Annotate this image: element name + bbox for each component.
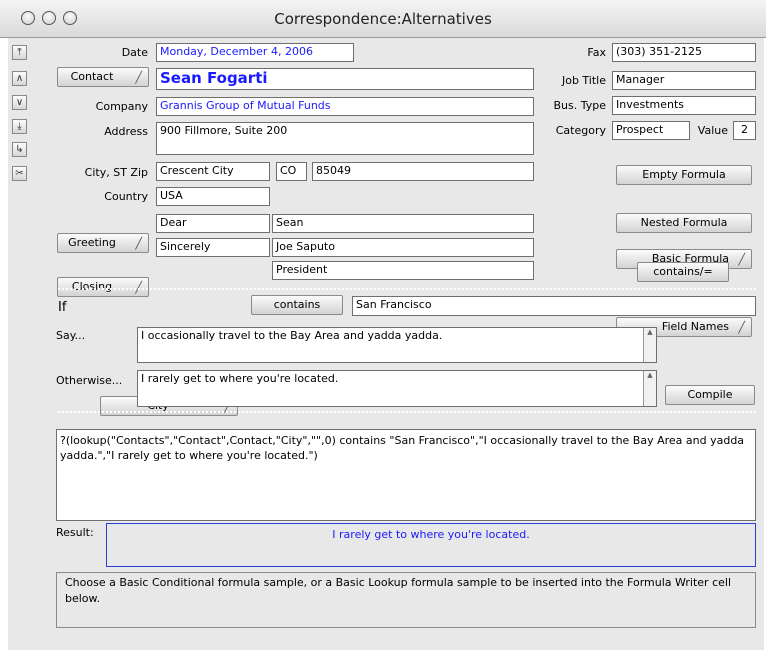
first-record-icon[interactable]: ⤒: [12, 45, 27, 60]
operator-button[interactable]: contains: [251, 295, 343, 315]
compare-value-field[interactable]: San Francisco: [352, 296, 756, 316]
closing-button-label: Closing: [71, 280, 113, 293]
greeting-field[interactable]: Dear: [156, 214, 270, 233]
otherwise-text: I rarely get to where you're located.: [141, 372, 339, 385]
result-label: Result:: [56, 526, 94, 539]
say-text: I occasionally travel to the Bay Area an…: [141, 329, 443, 342]
result-field: I rarely get to where you're located.: [106, 523, 756, 567]
previous-record-icon[interactable]: ∧: [12, 71, 27, 86]
scroll-up-arrow-icon[interactable]: ▲: [644, 371, 656, 379]
compile-button[interactable]: Compile: [665, 385, 755, 405]
closing-title-field[interactable]: President: [272, 261, 534, 280]
country-field[interactable]: USA: [156, 187, 270, 206]
go-to-icon[interactable]: ↳: [12, 142, 27, 157]
scroll-up-arrow-icon[interactable]: ▲: [644, 328, 656, 336]
job-title-field[interactable]: Manager: [612, 71, 756, 90]
address-field[interactable]: 900 Fillmore, Suite 200: [156, 122, 534, 155]
company-field[interactable]: Grannis Group of Mutual Funds: [156, 97, 534, 116]
zip-field[interactable]: 85049: [312, 162, 534, 181]
greeting-button-label: Greeting: [68, 236, 116, 249]
formula-writer-field[interactable]: ?(lookup("Contacts","Contact",Contact,"C…: [56, 429, 756, 521]
country-label: Country: [104, 190, 148, 203]
say-scrollbar[interactable]: ▲: [643, 328, 656, 362]
greeting-name-field[interactable]: Sean: [272, 214, 534, 233]
city-field[interactable]: Crescent City: [156, 162, 270, 181]
value-field[interactable]: 2: [733, 121, 756, 140]
help-text: Choose a Basic Conditional formula sampl…: [56, 572, 756, 628]
say-field[interactable]: I occasionally travel to the Bay Area an…: [137, 327, 657, 363]
greeting-popup-button[interactable]: Greeting ╱: [57, 233, 149, 253]
contact-popup-button[interactable]: Contact ╱: [57, 67, 149, 87]
chevron-down-icon: ╱: [738, 321, 745, 334]
closing-field[interactable]: Sincerely: [156, 238, 270, 257]
contact-button-label: Contact: [70, 70, 114, 83]
state-field[interactable]: CO: [276, 162, 307, 181]
chevron-down-icon: ╱: [738, 253, 745, 266]
last-record-icon[interactable]: ⤓: [12, 119, 27, 134]
contact-field[interactable]: Sean Fogarti: [156, 68, 534, 90]
closing-popup-button[interactable]: Closing ╱: [57, 277, 149, 297]
chevron-down-icon: ╱: [135, 71, 142, 84]
chevron-down-icon: ╱: [135, 237, 142, 250]
nested-formula-button[interactable]: Nested Formula: [616, 213, 752, 233]
category-field[interactable]: Prospect: [612, 121, 690, 140]
company-label: Company: [95, 100, 148, 113]
date-field[interactable]: Monday, December 4, 2006: [156, 43, 354, 62]
job-title-label: Job Title: [561, 74, 606, 87]
cut-icon[interactable]: ✂: [12, 166, 27, 181]
separator: [58, 411, 756, 413]
say-label: Say...: [56, 329, 86, 342]
next-record-icon[interactable]: ∨: [12, 95, 27, 110]
separator: [58, 288, 756, 290]
empty-formula-button[interactable]: Empty Formula: [616, 165, 752, 185]
business-type-field[interactable]: Investments: [612, 96, 756, 115]
otherwise-scrollbar[interactable]: ▲: [643, 371, 656, 406]
contains-button[interactable]: contains/=: [637, 262, 729, 282]
address-label: Address: [104, 125, 148, 138]
date-label: Date: [121, 46, 148, 59]
value-label: Value: [697, 124, 728, 137]
fax-label: Fax: [587, 46, 606, 59]
category-label: Category: [555, 124, 606, 137]
closing-name-field[interactable]: Joe Saputo: [272, 238, 534, 257]
otherwise-label: Otherwise...: [56, 374, 123, 387]
business-type-label: Bus. Type: [553, 99, 606, 112]
if-label: If: [58, 300, 67, 315]
field-names-button-label: Field Names: [661, 320, 729, 333]
window-title: Correspondence:Alternatives: [274, 10, 492, 28]
fax-field[interactable]: (303) 351-2125: [612, 43, 756, 62]
city-st-zip-label: City, ST Zip: [84, 166, 148, 179]
otherwise-field[interactable]: I rarely get to where you're located.: [137, 370, 657, 407]
